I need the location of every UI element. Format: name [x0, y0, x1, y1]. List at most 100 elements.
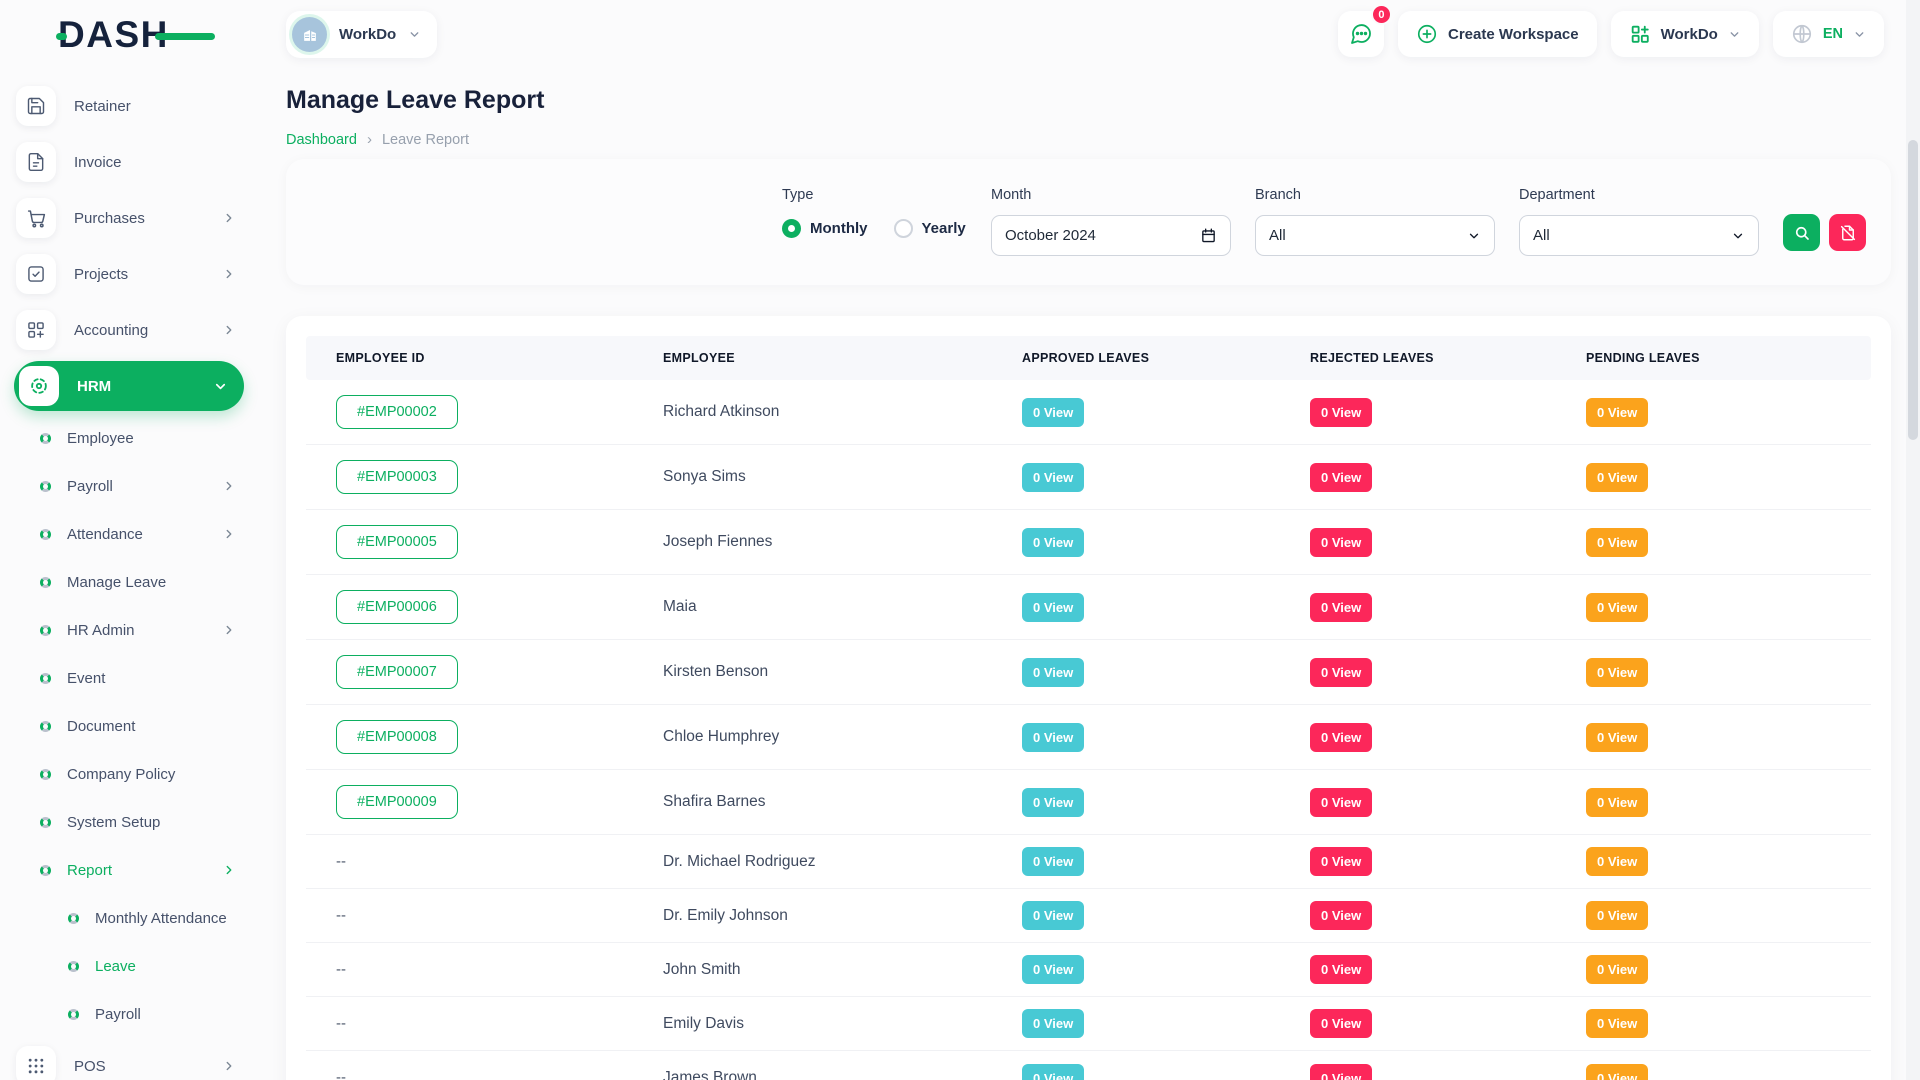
workdo-apps-dropdown[interactable]: WorkDo — [1611, 11, 1759, 57]
approved-leaves-badge[interactable]: 0 View — [1022, 1064, 1084, 1080]
employee-id-pill[interactable]: #EMP00008 — [336, 720, 458, 754]
employee-id-pill[interactable]: #EMP00003 — [336, 460, 458, 494]
pending-leaves-badge[interactable]: 0 View — [1586, 528, 1648, 557]
app-window: DASH WorkDo 0 Create Workspace WorkDo EN — [0, 0, 1920, 1080]
employee-name: Dr. Michael Rodriguez — [663, 853, 1022, 871]
sidebar-item-label: Event — [67, 670, 242, 687]
column-header-employee-id: EMPLOYEE ID — [306, 351, 663, 365]
page-scrollbar[interactable] — [1906, 0, 1920, 1080]
pending-leaves-badge[interactable]: 0 View — [1586, 658, 1648, 687]
reset-export-button[interactable] — [1829, 214, 1866, 251]
create-workspace-button[interactable]: Create Workspace — [1398, 11, 1597, 57]
sidebar-item-document[interactable]: Document — [16, 702, 242, 750]
employee-id-pill[interactable]: #EMP00006 — [336, 590, 458, 624]
bullet-icon — [68, 913, 79, 924]
search-button[interactable] — [1783, 214, 1820, 251]
sidebar-item-pos[interactable]: POS — [16, 1038, 242, 1080]
sidebar-item-projects[interactable]: Projects — [16, 246, 242, 302]
bullet-icon — [68, 961, 79, 972]
sidebar-item-retainer[interactable]: Retainer — [16, 78, 242, 134]
rejected-leaves-badge[interactable]: 0 View — [1310, 658, 1372, 687]
pending-leaves-badge[interactable]: 0 View — [1586, 847, 1648, 876]
sidebar-item-leave[interactable]: Leave — [16, 942, 242, 990]
sidebar-item-hrm[interactable]: HRM — [14, 361, 244, 411]
sidebar-item-payroll[interactable]: Payroll — [16, 990, 242, 1038]
rejected-leaves-badge[interactable]: 0 View — [1310, 1064, 1372, 1080]
approved-leaves-badge[interactable]: 0 View — [1022, 788, 1084, 817]
approved-leaves-badge[interactable]: 0 View — [1022, 901, 1084, 930]
pending-leaves-badge[interactable]: 0 View — [1586, 788, 1648, 817]
radio-yearly[interactable]: Yearly — [894, 219, 966, 238]
sidebar-item-label: Document — [67, 718, 242, 735]
rejected-leaves-badge[interactable]: 0 View — [1310, 901, 1372, 930]
table-row: #EMP00009 Shafira Barnes 0 View 0 View 0… — [306, 770, 1871, 835]
approved-leaves-badge[interactable]: 0 View — [1022, 528, 1084, 557]
sidebar-item-accounting[interactable]: Accounting — [16, 302, 242, 358]
rejected-leaves-badge[interactable]: 0 View — [1310, 593, 1372, 622]
table-row: #EMP00003 Sonya Sims 0 View 0 View 0 Vie… — [306, 445, 1871, 510]
sidebar-item-label: Retainer — [74, 98, 242, 115]
sidebar-item-manage-leave[interactable]: Manage Leave — [16, 558, 242, 606]
sidebar-item-attendance[interactable]: Attendance — [16, 510, 242, 558]
bullet-icon — [40, 433, 51, 444]
approved-leaves-badge[interactable]: 0 View — [1022, 847, 1084, 876]
sidebar-item-invoice[interactable]: Invoice — [16, 134, 242, 190]
pending-leaves-badge[interactable]: 0 View — [1586, 1064, 1648, 1080]
sidebar-item-company-policy[interactable]: Company Policy — [16, 750, 242, 798]
sidebar-item-payroll[interactable]: Payroll — [16, 462, 242, 510]
rejected-leaves-badge[interactable]: 0 View — [1310, 955, 1372, 984]
sidebar-item-monthly-attendance[interactable]: Monthly Attendance — [16, 894, 242, 942]
month-input[interactable]: October 2024 — [991, 215, 1231, 256]
pending-leaves-badge[interactable]: 0 View — [1586, 1009, 1648, 1038]
sidebar-item-hr-admin[interactable]: HR Admin — [16, 606, 242, 654]
bullet-icon — [40, 769, 51, 780]
employee-id-pill[interactable]: #EMP00005 — [336, 525, 458, 559]
radio-monthly[interactable]: Monthly — [782, 219, 868, 238]
pending-leaves-badge[interactable]: 0 View — [1586, 593, 1648, 622]
rejected-leaves-badge[interactable]: 0 View — [1310, 528, 1372, 557]
pending-leaves-badge[interactable]: 0 View — [1586, 398, 1648, 427]
bullet-icon — [40, 577, 51, 588]
logo-text: DASH — [58, 14, 169, 55]
scrollbar-thumb[interactable] — [1908, 140, 1918, 440]
rejected-leaves-badge[interactable]: 0 View — [1310, 398, 1372, 427]
workspace-selector[interactable]: WorkDo — [286, 11, 437, 58]
approved-leaves-badge[interactable]: 0 View — [1022, 463, 1084, 492]
approved-leaves-badge[interactable]: 0 View — [1022, 658, 1084, 687]
sidebar-item-label: System Setup — [67, 814, 242, 831]
pending-leaves-badge[interactable]: 0 View — [1586, 955, 1648, 984]
rejected-leaves-badge[interactable]: 0 View — [1310, 723, 1372, 752]
month-value: October 2024 — [1005, 227, 1096, 244]
sidebar-item-label: Payroll — [67, 478, 206, 495]
approved-leaves-badge[interactable]: 0 View — [1022, 723, 1084, 752]
sidebar-item-report[interactable]: Report — [16, 846, 242, 894]
messages-button[interactable]: 0 — [1338, 11, 1384, 57]
approved-leaves-badge[interactable]: 0 View — [1022, 1009, 1084, 1038]
language-dropdown[interactable]: EN — [1773, 11, 1884, 57]
chevron-down-icon — [1853, 28, 1866, 41]
invoice-icon — [16, 142, 56, 182]
sidebar-item-system-setup[interactable]: System Setup — [16, 798, 242, 846]
rejected-leaves-badge[interactable]: 0 View — [1310, 1009, 1372, 1038]
employee-id-pill[interactable]: #EMP00009 — [336, 785, 458, 819]
sidebar-item-label: Payroll — [95, 1006, 242, 1023]
sidebar-item-label: Manage Leave — [67, 574, 242, 591]
rejected-leaves-badge[interactable]: 0 View — [1310, 463, 1372, 492]
rejected-leaves-badge[interactable]: 0 View — [1310, 788, 1372, 817]
sidebar-item-event[interactable]: Event — [16, 654, 242, 702]
department-select[interactable]: All — [1519, 215, 1759, 256]
approved-leaves-badge[interactable]: 0 View — [1022, 398, 1084, 427]
branch-select[interactable]: All — [1255, 215, 1495, 256]
employee-id-pill[interactable]: #EMP00002 — [336, 395, 458, 429]
rejected-leaves-badge[interactable]: 0 View — [1310, 847, 1372, 876]
breadcrumb-dashboard-link[interactable]: Dashboard — [286, 132, 357, 148]
pending-leaves-badge[interactable]: 0 View — [1586, 901, 1648, 930]
logo-accent-dot — [56, 33, 67, 40]
employee-id-pill[interactable]: #EMP00007 — [336, 655, 458, 689]
pending-leaves-badge[interactable]: 0 View — [1586, 723, 1648, 752]
sidebar-item-purchases[interactable]: Purchases — [16, 190, 242, 246]
approved-leaves-badge[interactable]: 0 View — [1022, 593, 1084, 622]
approved-leaves-badge[interactable]: 0 View — [1022, 955, 1084, 984]
sidebar-item-employee[interactable]: Employee — [16, 414, 242, 462]
pending-leaves-badge[interactable]: 0 View — [1586, 463, 1648, 492]
